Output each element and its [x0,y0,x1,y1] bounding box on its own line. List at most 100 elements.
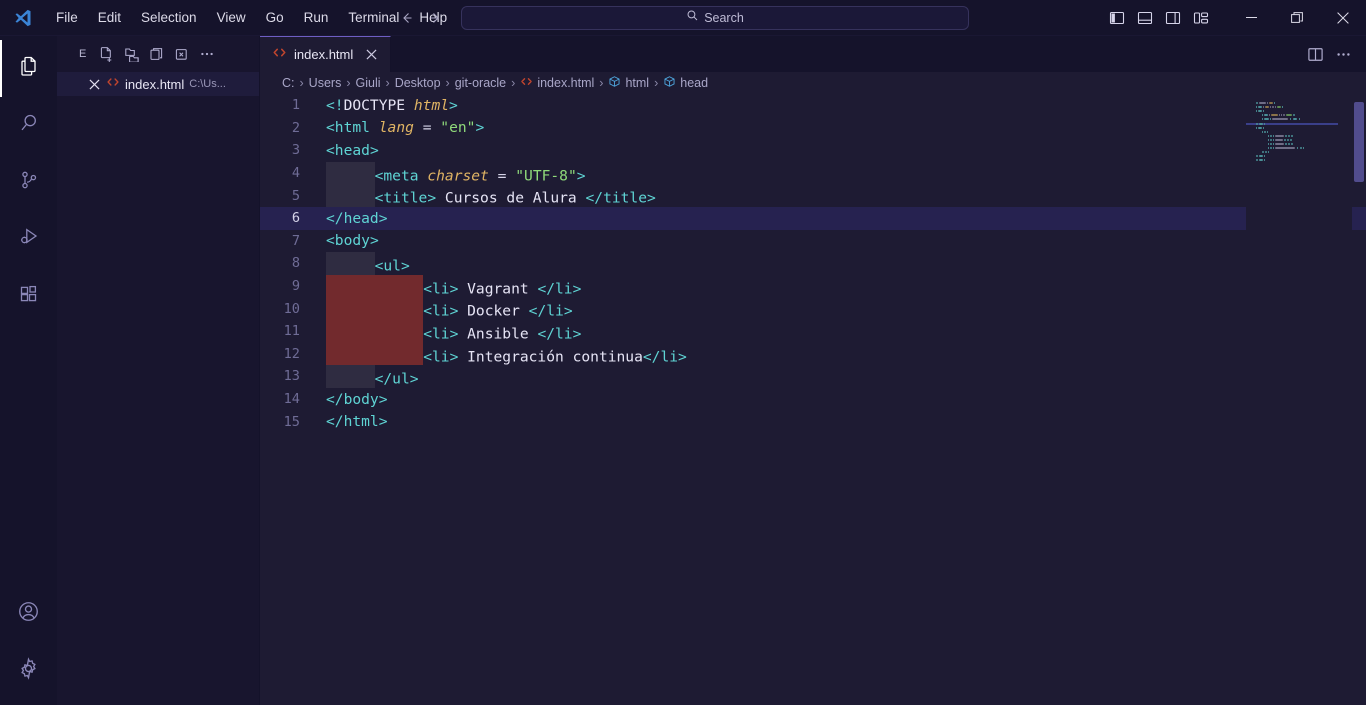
sidebar-item-explorer[interactable] [0,40,57,97]
menu-file[interactable]: File [47,6,87,30]
more-actions-icon[interactable] [1330,41,1356,67]
breadcrumb-item-html[interactable]: html [606,75,651,91]
sidebar-item-extensions[interactable] [0,268,57,325]
code-token: title [383,189,428,207]
code-line-text: <meta charset = "UTF-8"> [326,161,1366,185]
indent-guide-block [326,161,375,185]
toggle-primary-sidebar-icon[interactable] [1104,5,1130,31]
code-line[interactable]: 4 <meta charset = "UTF-8"> [260,161,1366,185]
restore-button[interactable] [1274,0,1320,36]
menu-run[interactable]: Run [295,6,338,30]
code-token: </ [326,390,344,408]
code-line[interactable]: 13 </ul> [260,365,1366,388]
code-token: > [378,413,388,431]
code-line[interactable]: 1 <!DOCTYPE html> [260,94,1366,117]
code-line[interactable]: 11 <li> Ansible </li> [260,319,1366,343]
search-icon [686,9,699,27]
symbol-field-icon [663,75,676,91]
back-arrow-icon[interactable] [397,8,417,28]
breadcrumb-item-users[interactable]: Users [307,76,344,90]
code-token: "UTF-8" [515,167,577,185]
indent-guide-block [326,297,375,320]
menu-view[interactable]: View [208,6,255,30]
code-token: > [400,257,410,275]
code-token: > [563,302,573,320]
code-token: title [603,189,648,207]
breadcrumb-separator: › [445,76,450,90]
code-token: < [423,280,432,298]
more-actions-icon[interactable] [195,42,219,66]
new-file-icon[interactable] [95,42,119,66]
code-line-text: </ul> [326,365,1366,388]
menu-go[interactable]: Go [257,6,293,30]
collapse-folders-icon[interactable] [170,42,194,66]
editor-vertical-scrollbar[interactable] [1352,94,1366,705]
code-token: < [423,348,432,366]
code-line[interactable]: 9 <li> Vagrant </li> [260,274,1366,298]
forward-arrow-icon[interactable] [425,8,445,28]
indent-guide-block [374,319,424,343]
line-number: 9 [291,278,300,295]
sidebar-item-source-control[interactable] [0,154,57,211]
breadcrumb-item-head[interactable]: head [661,75,710,91]
code-token: Vagrant [458,280,538,298]
scrollbar-thumb[interactable] [1354,102,1364,182]
code-line[interactable]: 6 </head> [260,206,1366,230]
line-number: 2 [291,119,300,136]
new-folder-icon[interactable] [120,42,144,66]
sidebar-item-search[interactable] [0,97,57,154]
breadcrumb-item-drive[interactable]: C: [280,76,297,90]
minimize-button[interactable] [1228,0,1274,36]
code-line[interactable]: 5 <title> Cursos de Alura </title> [260,184,1366,207]
close-icon[interactable] [87,77,101,91]
code-editor[interactable]: 1 <!DOCTYPE html> 2 <html lang = "en"> 3 <hea… [260,94,1366,705]
toggle-secondary-sidebar-icon[interactable] [1160,5,1186,31]
breadcrumb-item-desktop[interactable]: Desktop [393,76,443,90]
sidebar-item-run-and-debug[interactable] [0,211,57,268]
code-line[interactable]: 10 <li> Docker </li> [260,297,1366,320]
layout-controls [1104,5,1214,31]
sidebar-item-manage-settings[interactable] [0,642,57,699]
command-center-search[interactable]: Search [461,5,969,30]
code-token: html [413,96,450,114]
code-line[interactable]: 14 </body> [260,388,1366,411]
open-editor-path: C:\Us... [189,78,226,90]
menu-edit[interactable]: Edit [89,6,130,30]
open-editor-index-html[interactable]: index.html C:\Us... [57,72,259,96]
line-number: 6 [291,210,300,227]
close-button[interactable] [1320,0,1366,36]
close-icon[interactable] [362,46,380,64]
breadcrumb-item-git-oracle[interactable]: git-oracle [453,76,508,90]
code-token: > [647,189,656,207]
account-icon [16,599,41,629]
code-token: li [431,348,450,366]
code-line[interactable]: 3 <head> [260,139,1366,162]
breadcrumb-label: git-oracle [454,76,507,90]
breadcrumb-separator: › [511,76,516,90]
source-control-icon [17,168,41,197]
indent-guide-block [326,365,375,388]
sidebar-item-accounts[interactable] [0,585,57,642]
refresh-explorer-icon[interactable] [145,42,169,66]
breadcrumb-label: Giuli [355,76,381,90]
code-line-text: <!DOCTYPE html> [326,97,1366,114]
menu-selection[interactable]: Selection [132,6,206,30]
toggle-panel-icon[interactable] [1132,5,1158,31]
indent-guide-block [326,342,375,366]
line-number: 7 [291,232,300,249]
code-line[interactable]: 2 <html lang = "en"> [260,117,1366,140]
gear-icon [16,656,41,686]
code-line[interactable]: 12 <li> Integración continua</li> [260,342,1366,366]
customize-layout-icon[interactable] [1188,5,1214,31]
code-line[interactable]: 8 <ul> [260,252,1366,275]
code-line[interactable]: 7 <body> [260,230,1366,253]
breadcrumb-item-giuli[interactable]: Giuli [354,76,383,90]
breadcrumb-item-index-html[interactable]: index.html [518,75,596,91]
code-line[interactable]: 15 </html> [260,410,1366,433]
explorer-sidebar: E index.html C:\Us... [57,36,260,705]
split-editor-right-icon[interactable] [1302,41,1328,67]
tab-index-html[interactable]: index.html [260,36,392,72]
